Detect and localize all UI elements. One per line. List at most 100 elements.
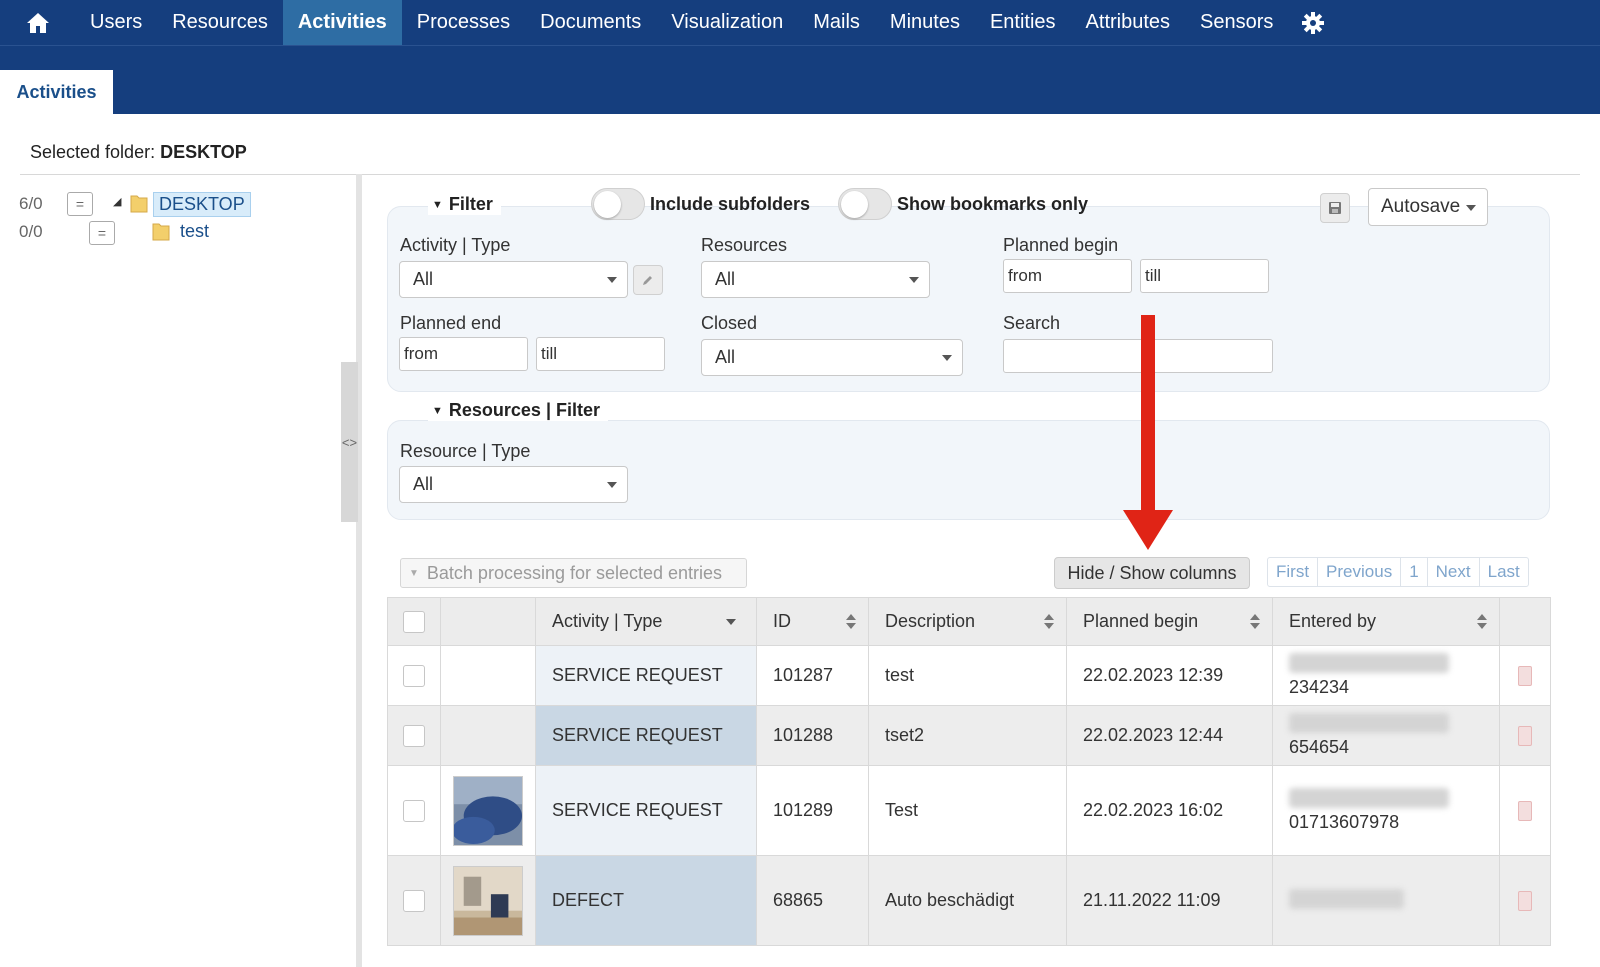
document-icon[interactable] (1499, 645, 1551, 706)
blurred-name (1289, 788, 1449, 808)
cell-entered-by (1272, 855, 1500, 946)
splitter[interactable] (356, 174, 362, 967)
pdf-icon[interactable] (1518, 665, 1532, 686)
tab-activities[interactable]: Activities (0, 70, 113, 115)
pager-next[interactable]: Next (1428, 558, 1480, 586)
column-activity-type[interactable]: Activity | Type (535, 597, 757, 646)
activity-type-select[interactable]: All (399, 261, 628, 298)
thumbnail-cell[interactable] (440, 855, 536, 946)
select-all-checkbox[interactable] (387, 597, 441, 646)
column-id[interactable]: ID (756, 597, 869, 646)
row-checkbox-cell[interactable] (387, 855, 441, 946)
column-entered-by[interactable]: Entered by (1272, 597, 1500, 646)
checkbox[interactable] (403, 664, 425, 687)
nav-sensors[interactable]: Sensors (1185, 0, 1288, 45)
table-row[interactable]: SERVICE REQUEST 101288 tset2 22.02.2023 … (387, 705, 1551, 766)
cell-entered-by: 01713607978 (1272, 765, 1500, 856)
nav-activities[interactable]: Activities (282, 0, 402, 45)
hide-show-columns-button[interactable]: Hide / Show columns (1054, 557, 1250, 589)
nav-entities[interactable]: Entities (975, 0, 1071, 45)
closed-label: Closed (701, 313, 758, 333)
document-icon[interactable] (1499, 705, 1551, 766)
checkbox[interactable] (403, 799, 425, 822)
column-label: ID (773, 611, 791, 631)
nav-processes[interactable]: Processes (402, 0, 525, 45)
checkbox[interactable] (403, 889, 425, 912)
row-checkbox-cell[interactable] (387, 765, 441, 856)
sort-icon[interactable] (1477, 614, 1487, 630)
pdf-icon[interactable] (1518, 890, 1532, 911)
row-checkbox-cell[interactable] (387, 645, 441, 706)
pager-last[interactable]: Last (1480, 558, 1528, 586)
pager-previous[interactable]: Previous (1318, 558, 1402, 586)
autosave-select[interactable]: Autosave (1368, 188, 1488, 226)
autosave-value: Autosave (1381, 196, 1461, 217)
thumbnail-cell (440, 645, 536, 706)
equals-icon[interactable]: = (89, 221, 115, 245)
photo-thumbnail[interactable] (453, 865, 523, 936)
pdf-icon[interactable] (1518, 800, 1532, 821)
tree-label-test[interactable]: test (175, 220, 214, 243)
resource-type-select[interactable]: All (399, 466, 628, 503)
pager-page[interactable]: 1 (1401, 558, 1428, 586)
search-input[interactable] (1003, 339, 1273, 373)
column-description[interactable]: Description (868, 597, 1067, 646)
tree-label-desktop[interactable]: DESKTOP (153, 192, 251, 217)
table-row[interactable]: DEFECT 68865 Auto beschädigt 21.11.2022 … (387, 855, 1551, 946)
activities-table: Activity | Type ID Description Planned b… (387, 597, 1551, 946)
planned-end-till-input[interactable]: till (536, 337, 665, 371)
batch-processing-button[interactable]: ▼ Batch processing for selected entries (400, 558, 747, 588)
document-icon[interactable] (1499, 855, 1551, 946)
pager-first[interactable]: First (1268, 558, 1319, 586)
column-planned-begin[interactable]: Planned begin (1066, 597, 1273, 646)
selected-folder-value: DESKTOP (160, 142, 247, 162)
nav-visualization[interactable]: Visualization (656, 0, 798, 45)
cell-id: 101288 (756, 705, 869, 766)
column-label: Description (885, 611, 976, 631)
edit-pencil-icon[interactable] (633, 265, 663, 295)
expand-triangle-icon[interactable]: ◢ (113, 195, 121, 208)
thumbnail-cell[interactable] (440, 765, 536, 856)
nav-attributes[interactable]: Attributes (1071, 0, 1185, 45)
selected-folder: Selected folder: DESKTOP (30, 142, 247, 163)
chevron-down-icon[interactable] (726, 619, 736, 625)
caret-down-icon: ▼ (432, 198, 443, 211)
chevron-down-icon (607, 482, 617, 488)
checkbox[interactable] (403, 724, 425, 747)
show-bookmarks-toggle[interactable] (838, 188, 892, 220)
table-row[interactable]: SERVICE REQUEST 101289 Test 22.02.2023 1… (387, 765, 1551, 856)
nav-mails[interactable]: Mails (798, 0, 875, 45)
column-label: Entered by (1289, 611, 1377, 631)
pdf-icon[interactable] (1518, 725, 1532, 746)
resources-select[interactable]: All (701, 261, 930, 298)
include-subfolders-toggle[interactable] (591, 188, 645, 220)
row-checkbox-cell[interactable] (387, 705, 441, 766)
photo-thumbnail[interactable] (453, 775, 523, 846)
resources-filter-title[interactable]: ▼ Resources | Filter (428, 400, 608, 421)
save-icon[interactable] (1320, 193, 1350, 223)
home-icon[interactable] (0, 0, 75, 45)
checkbox[interactable] (403, 610, 425, 633)
sort-icon[interactable] (1044, 614, 1054, 630)
sort-icon[interactable] (1250, 614, 1260, 630)
planned-begin-from-input[interactable]: from (1003, 259, 1132, 293)
gear-icon[interactable] (1288, 0, 1338, 45)
chevron-down-icon (942, 355, 952, 361)
planned-end-from-input[interactable]: from (399, 337, 528, 371)
nav-documents[interactable]: Documents (525, 0, 656, 45)
sort-icon[interactable] (846, 614, 856, 630)
activity-type-label: Activity | Type (400, 235, 511, 255)
collapse-handle-icon[interactable]: <> (341, 362, 358, 522)
include-subfolders-label: Include subfolders (650, 194, 811, 214)
activity-type-value: All (413, 269, 434, 289)
planned-begin-till-input[interactable]: till (1140, 259, 1269, 293)
nav-users[interactable]: Users (75, 0, 157, 45)
nav-resources[interactable]: Resources (157, 0, 283, 45)
table-row[interactable]: SERVICE REQUEST 101287 test 22.02.2023 1… (387, 645, 1551, 706)
planned-begin-label: Planned begin (1003, 235, 1119, 255)
filter-title[interactable]: ▼ Filter (428, 194, 501, 215)
closed-select[interactable]: All (701, 339, 963, 376)
document-icon[interactable] (1499, 765, 1551, 856)
nav-minutes[interactable]: Minutes (875, 0, 975, 45)
equals-icon[interactable]: = (67, 192, 93, 216)
